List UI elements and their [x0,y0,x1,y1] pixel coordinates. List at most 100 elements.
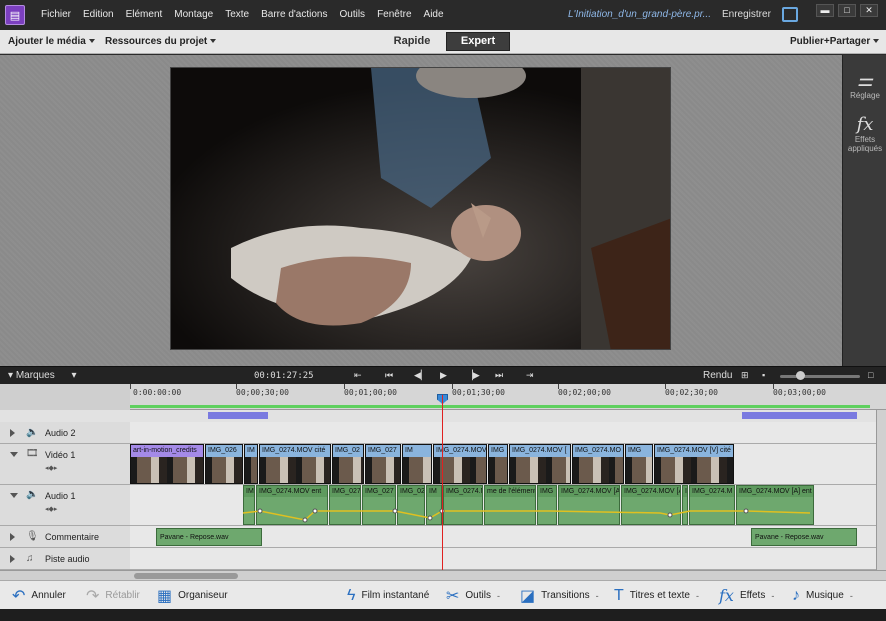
speaker-icon[interactable]: 🔈 [26,427,38,438]
transitions-button[interactable]: ◪ Transitions - [520,581,599,610]
track-header-video1[interactable]: 🎞 Vidéo 1 ◂◆▸ [0,444,130,485]
audio-clip[interactable]: IMG_027 [397,485,425,525]
keyframe-nav-icon[interactable]: ◂◆▸ [45,464,57,472]
playhead-line[interactable] [442,395,443,570]
audio-clip[interactable]: IMG_0274.MOV [A] [443,485,483,525]
audio-clip[interactable]: IMG_0274.M [689,485,735,525]
audio-clip[interactable]: IMG_0274.MOV [A] ent [736,485,814,525]
menu-edition[interactable]: Edition [77,0,120,30]
collapse-track-icon[interactable] [10,493,18,498]
publish-share-dropdown[interactable]: Publier+Partager [790,36,880,47]
track-header-audio1[interactable]: 🔈 Audio 1 ◂◆▸ [0,485,130,526]
fit-timeline-icon[interactable]: ⊞ [741,370,749,381]
save-button[interactable]: Enregistrer [722,9,771,20]
redo-button[interactable]: ↷ Rétablir [86,581,140,610]
video-clip[interactable]: IMG_027 [365,444,401,484]
track-lane-narration[interactable]: Pavane - Repose.wav Pavane - Repose.wav [130,526,876,548]
track-lane-video1[interactable]: art-in-motion_credits IMG_026 IM IMG_0274.M… [130,444,876,485]
video-clip[interactable]: IMG_0274.MO [572,444,624,484]
close-icon[interactable]: ✕ [860,4,878,17]
adjust-panel-button[interactable]: ⚌ Réglage [843,71,886,101]
track-header-audio2[interactable]: 🔈 Audio 2 [0,422,130,444]
horizontal-scrollbar[interactable] [0,570,886,580]
track-header-narration[interactable]: 🎙 Commentaire [0,526,130,548]
project-assets-dropdown[interactable]: Ressources du projet [105,36,217,47]
step-forward-icon[interactable]: ▕▶ [466,370,480,381]
menu-barre-actions[interactable]: Barre d'actions [255,0,333,30]
keyframe-nav-icon[interactable]: ◂◆▸ [45,505,57,513]
video-clip[interactable]: IMG_026 [205,444,243,484]
menu-texte[interactable]: Texte [219,0,255,30]
video-clip[interactable]: IM [402,444,432,484]
audio-clip[interactable]: me de l'élément [484,485,536,525]
applied-effects-button[interactable]: fx Effets appliqués [843,115,886,154]
video-clip[interactable]: IM [244,444,258,484]
zoom-out-icon[interactable]: ▪ [762,370,765,380]
music-note-icon[interactable]: ♫ [26,553,34,564]
video-clip[interactable]: IMG [488,444,508,484]
video-clip[interactable]: IMG_02 [332,444,364,484]
film-icon[interactable]: 🎞 [26,448,39,459]
video-clip[interactable]: IMG_0274.MOV [V] cité [654,444,734,484]
go-to-out-icon[interactable]: ⇥ [526,370,534,381]
menu-fichier[interactable]: Fichier [35,0,77,30]
speaker-icon[interactable]: 🔈 [26,489,38,500]
track-lane-audio1[interactable]: IMG_0274.MOV [A] entIMG_0274.MIMGIMG_027… [130,485,876,526]
maximize-icon[interactable]: □ [838,4,856,17]
audio-clip[interactable]: IMG_0274.MOV [A] [558,485,620,525]
zoom-slider-track[interactable] [780,375,860,378]
audio-clip[interactable]: IMG_0274.MOV [A] [621,485,681,525]
work-area-bar[interactable] [130,405,870,408]
audio-clip[interactable]: IM [243,485,255,525]
audio-clip[interactable]: IMG_0274.MOV ent [256,485,328,525]
expand-track-icon[interactable] [10,429,15,437]
expand-track-icon[interactable] [10,555,15,563]
tools-button[interactable]: ✂ Outils - [446,581,500,610]
narration-clip[interactable]: Pavane - Repose.wav [751,528,857,546]
narration-clip[interactable]: Pavane - Repose.wav [156,528,262,546]
instant-movie-button[interactable]: ϟ Film instantané [347,581,429,610]
minimize-icon[interactable]: ▬ [816,4,834,17]
step-back-icon[interactable]: ◀▏ [414,370,428,381]
undo-button[interactable]: ↶ Annuler [12,581,66,610]
menu-aide[interactable]: Aide [418,0,450,30]
menu-fenetre[interactable]: Fenêtre [371,0,417,30]
zoom-in-icon[interactable]: □ [868,370,873,380]
track-header-soundtrack[interactable]: ♫ Piste audio [0,548,130,570]
video-clip[interactable]: art-in-motion_credits [130,444,204,484]
audio-clip[interactable]: IMG [682,485,688,525]
audio-clip[interactable]: IM [426,485,442,525]
add-media-dropdown[interactable]: Ajouter le média [8,36,95,47]
go-to-in-icon[interactable]: ⇤ [354,370,362,381]
next-edit-icon[interactable]: ⏭ [495,370,503,381]
video-preview[interactable] [170,67,671,350]
microphone-icon[interactable]: 🎙 [26,531,39,542]
audio-clip[interactable]: IMG_027 [362,485,396,525]
markers-dropdown[interactable]: ▾ Marques ▾ [8,370,77,381]
play-icon[interactable]: ▶ [440,370,447,381]
video-clip[interactable]: IMG [625,444,653,484]
fullscreen-monitor-icon[interactable] [782,7,798,22]
track-lane-audio2[interactable] [130,422,876,444]
music-button[interactable]: ♪ Musique - [792,581,853,610]
collapse-track-icon[interactable] [10,452,18,457]
render-button[interactable]: Rendu [703,370,732,381]
expert-mode-button[interactable]: Expert [446,32,510,51]
menu-montage[interactable]: Montage [168,0,219,30]
quick-mode-button[interactable]: Rapide [386,32,438,51]
audio-clip[interactable]: IMG [537,485,557,525]
video-clip[interactable]: IMG_0274.MOV [ [509,444,571,484]
titles-button[interactable]: T Titres et texte - [614,581,699,610]
audio-clip[interactable]: IMG_027 [329,485,361,525]
menu-outils[interactable]: Outils [334,0,372,30]
vertical-scrollbar[interactable] [876,410,886,570]
horizontal-scrollbar-thumb[interactable] [134,573,238,579]
video-clip[interactable]: IMG_0274.MOV cité [259,444,331,484]
zoom-slider-thumb[interactable] [796,371,805,380]
menu-element[interactable]: Elément [120,0,169,30]
expand-track-icon[interactable] [10,533,15,541]
effects-button[interactable]: fx Effets - [719,581,774,610]
track-lane-soundtrack[interactable] [130,548,876,570]
organizer-button[interactable]: ▦ Organiseur [157,581,228,610]
previous-edit-icon[interactable]: ⏮ [385,370,393,381]
